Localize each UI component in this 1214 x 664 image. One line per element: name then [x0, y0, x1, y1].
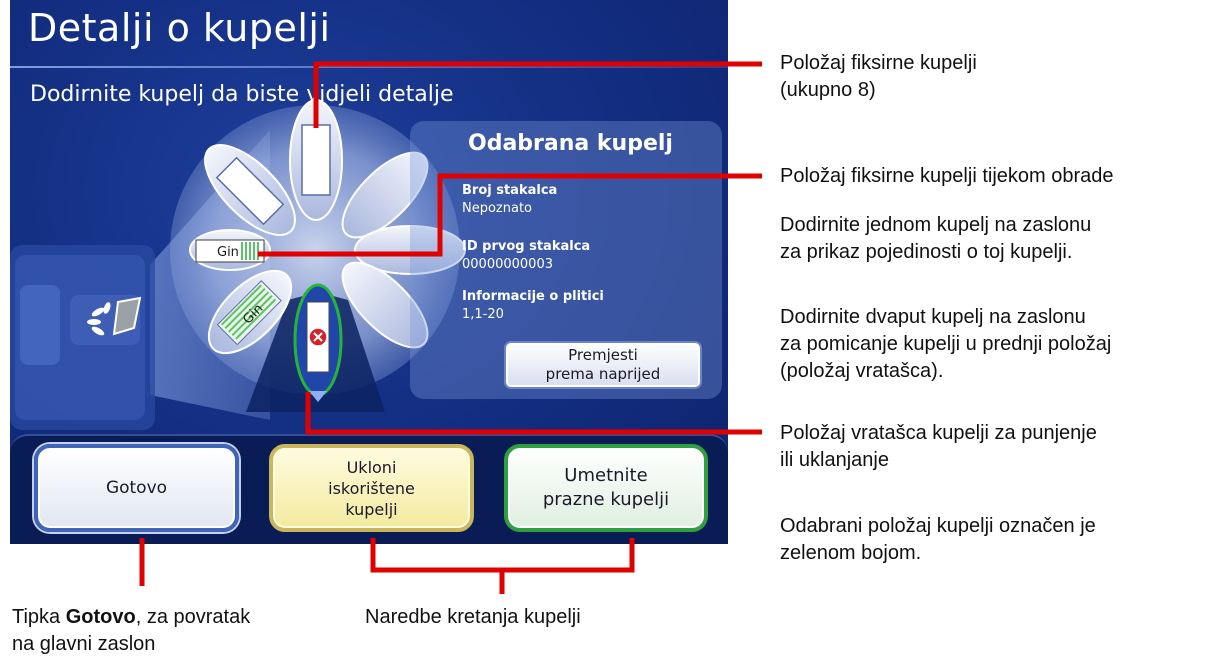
note-door-position: Položaj vratašca kupelji za punjenje ili…: [780, 420, 1097, 474]
note-done-key-suffix: , za povratak: [135, 606, 251, 628]
note-done-key-line2: na glavni zaslon: [12, 633, 156, 655]
note-double-tap-line2: za pomicanje kupelji u prednji položaj: [780, 333, 1112, 355]
note-done-key-prefix: Tipka: [12, 606, 66, 628]
note-fixed-positions: Položaj fiksirne kupelji (ukupno 8): [780, 50, 977, 104]
callout-line-movement: [370, 538, 635, 573]
note-processing-position: Položaj fiksirne kupelji tijekom obrade: [780, 165, 1114, 187]
note-fixed-positions-line2: (ukupno 8): [780, 79, 876, 101]
callout-line-fixed-positions: [313, 61, 762, 128]
note-double-tap-line3: (položaj vratašca).: [780, 360, 944, 382]
note-single-tap-line1: Dodirnite jednom kupelj na zaslonu: [780, 214, 1092, 236]
note-selected-line2: zelenom bojom.: [780, 542, 922, 564]
note-double-tap: Dodirnite dvaput kupelj na zaslonu za po…: [780, 304, 1111, 385]
note-door-position-line2: ili uklanjanje: [780, 449, 889, 471]
note-double-tap-line1: Dodirnite dvaput kupelj na zaslonu: [780, 306, 1086, 328]
note-door-position-line1: Položaj vratašca kupelji za punjenje: [780, 422, 1097, 444]
note-done-key: Tipka Gotovo, za povratak na glavni zasl…: [12, 604, 250, 658]
note-single-tap-line2: za prikaz pojedinosti o toj kupelji.: [780, 241, 1073, 263]
note-selected-green: Odabrani položaj kupelji označen je zele…: [780, 513, 1096, 567]
note-single-tap: Dodirnite jednom kupelj na zaslonu za pr…: [780, 212, 1091, 266]
callout-line-processing: [258, 173, 762, 257]
note-selected-line1: Odabrani položaj kupelji označen je: [780, 515, 1096, 537]
note-done-key-bold: Gotovo: [65, 606, 136, 628]
note-fixed-positions-line1: Položaj fiksirne kupelji: [780, 52, 977, 74]
callout-line-door: [305, 392, 762, 435]
note-movement-commands: Naredbe kretanja kupelji: [365, 606, 581, 628]
